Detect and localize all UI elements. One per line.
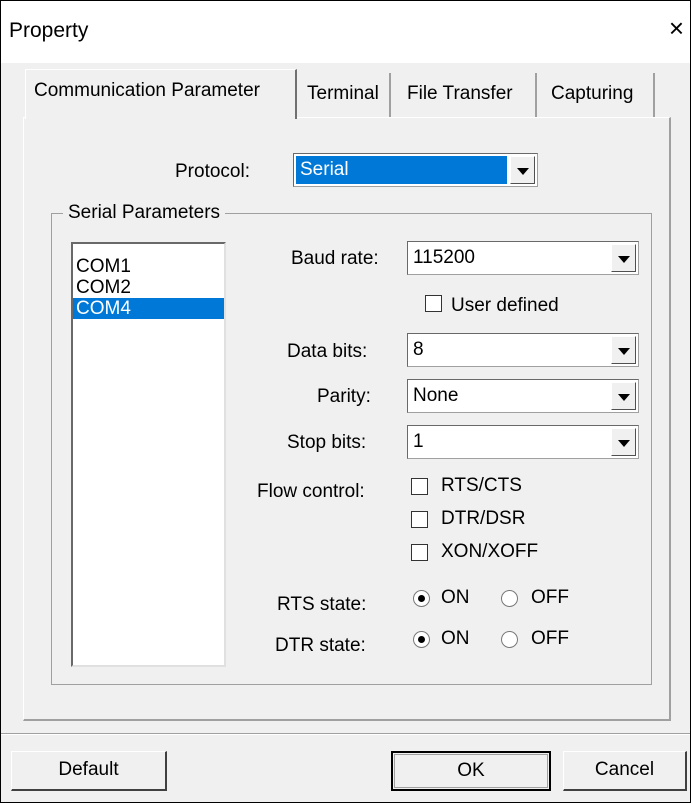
chevron-down-icon[interactable]: [611, 336, 636, 364]
protocol-value: Serial: [296, 156, 507, 184]
rts-off-radio[interactable]: [501, 590, 518, 607]
chevron-down-icon[interactable]: [611, 428, 636, 456]
rts-on-label: ON: [441, 587, 470, 608]
stop-bits-value: 1: [413, 431, 424, 452]
xon-xoff-checkbox[interactable]: [411, 544, 428, 561]
rts-cts-checkbox[interactable]: [411, 478, 428, 495]
stop-bits-select[interactable]: 1: [407, 425, 639, 459]
rts-off-label: OFF: [531, 587, 569, 608]
tab-file-transfer[interactable]: File Transfer: [399, 73, 537, 117]
dtr-off-radio[interactable]: [501, 631, 518, 648]
parity-select[interactable]: None: [407, 379, 639, 413]
dtr-on-label: ON: [441, 628, 470, 649]
dtr-off-label: OFF: [531, 628, 569, 649]
user-defined-label: User defined: [451, 295, 559, 316]
dtr-dsr-label: DTR/DSR: [441, 508, 526, 529]
list-item-com2[interactable]: COM2: [73, 277, 224, 298]
data-bits-label: Data bits:: [287, 341, 368, 362]
title-bar: Property ×: [1, 1, 690, 63]
chevron-down-icon[interactable]: [611, 244, 636, 272]
parity-value: None: [413, 385, 459, 406]
list-item-com1[interactable]: COM1: [73, 256, 224, 277]
parity-label: Parity:: [317, 386, 371, 407]
dtr-state-label: DTR state:: [275, 635, 366, 656]
data-bits-value: 8: [413, 339, 424, 360]
flow-control-label: Flow control:: [257, 481, 365, 502]
close-icon[interactable]: ×: [669, 15, 684, 41]
rts-on-radio[interactable]: [413, 590, 430, 607]
cancel-button[interactable]: Cancel: [563, 751, 687, 791]
property-dialog: Property × Communication Parameter Termi…: [0, 0, 691, 803]
ok-button[interactable]: OK: [391, 751, 551, 791]
protocol-select[interactable]: Serial: [293, 153, 538, 187]
chevron-down-icon[interactable]: [611, 382, 636, 410]
dtr-dsr-checkbox[interactable]: [411, 511, 428, 528]
rts-state-label: RTS state:: [277, 594, 367, 615]
stop-bits-label: Stop bits:: [287, 432, 367, 453]
dialog-title: Property: [9, 19, 89, 42]
serial-parameters-title: Serial Parameters: [63, 202, 226, 224]
baud-rate-select[interactable]: 115200: [407, 241, 639, 275]
data-bits-select[interactable]: 8: [407, 333, 639, 367]
tab-communication-parameter[interactable]: Communication Parameter: [25, 69, 297, 119]
user-defined-checkbox[interactable]: [425, 295, 442, 312]
tab-terminal[interactable]: Terminal: [299, 73, 391, 117]
list-item-com4[interactable]: COM4: [73, 298, 224, 319]
port-list[interactable]: COM1 COM2 COM4: [71, 242, 226, 667]
baud-rate-value: 115200: [413, 247, 475, 268]
dtr-on-radio[interactable]: [413, 631, 430, 648]
protocol-label: Protocol:: [175, 161, 250, 182]
tab-capturing[interactable]: Capturing: [543, 73, 655, 117]
chevron-down-icon[interactable]: [510, 156, 535, 184]
divider: [1, 733, 690, 735]
rts-cts-label: RTS/CTS: [441, 475, 522, 496]
baud-rate-label: Baud rate:: [291, 248, 379, 269]
xon-xoff-label: XON/XOFF: [441, 541, 539, 562]
default-button[interactable]: Default: [11, 751, 167, 791]
